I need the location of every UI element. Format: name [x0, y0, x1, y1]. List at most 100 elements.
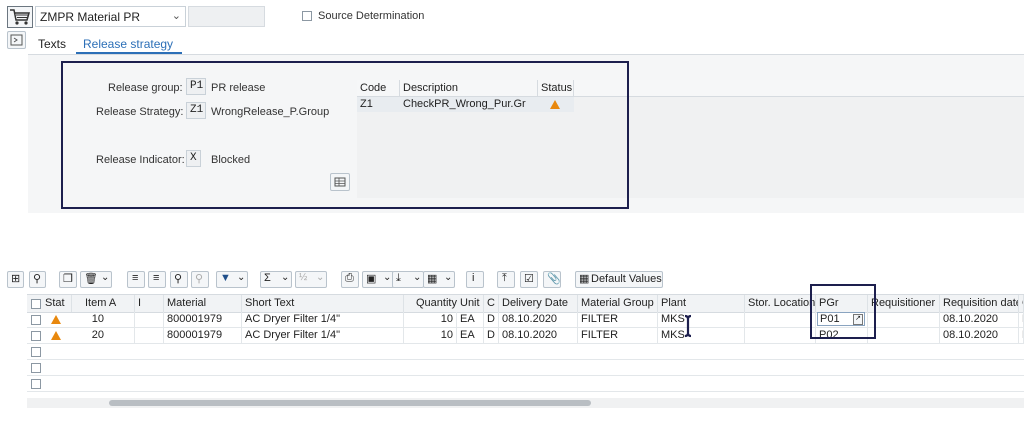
cell-unit[interactable]: EA — [457, 328, 484, 343]
cell-item[interactable]: 20 — [72, 328, 135, 343]
row-checkbox[interactable] — [31, 379, 41, 389]
col-short-text[interactable]: Short Text — [242, 295, 404, 312]
filter-icon: ▼ — [220, 272, 231, 284]
search-next-icon: ⚲ — [195, 273, 204, 285]
col-item[interactable]: Item A — [72, 295, 135, 312]
find-next-button[interactable]: ⚲ — [191, 271, 209, 288]
document-type-select[interactable]: ZMPR Material PR ⌄ — [35, 6, 186, 27]
default-values-button[interactable]: ▦ Default Values — [575, 271, 663, 288]
col-requisitioner[interactable]: Requisitioner — [868, 295, 940, 312]
layout-button[interactable]: ▦ ⌄ — [423, 271, 455, 288]
tab-texts[interactable]: Texts — [38, 37, 66, 51]
export-button[interactable]: ⤓ ⌄ — [392, 271, 424, 288]
cell-c-last[interactable]: M — [1019, 312, 1024, 327]
empty-row[interactable] — [27, 360, 1024, 376]
cell-unit[interactable]: EA — [457, 312, 484, 327]
cell-requisition-date[interactable]: 08.10.2020 — [940, 312, 1019, 327]
upload-button[interactable]: ⤒ — [497, 271, 515, 288]
source-determination-checkbox[interactable] — [302, 11, 312, 21]
horizontal-scrollbar[interactable] — [27, 398, 1024, 408]
source-determination-label: Source Determination — [318, 10, 425, 22]
cell-requisitioner[interactable] — [868, 312, 940, 327]
cell-storage-location[interactable] — [745, 312, 816, 327]
cell-i[interactable] — [135, 312, 164, 327]
col-material[interactable]: Material — [164, 295, 242, 312]
cell-short-text[interactable]: AC Dryer Filter 1/4" — [242, 312, 404, 327]
find-button[interactable]: ⚲ — [170, 271, 188, 288]
details-button[interactable]: ⊞ — [7, 271, 24, 288]
col-stat[interactable]: Stat — [42, 295, 72, 312]
cell-requisition-date[interactable]: 08.10.2020 — [940, 328, 1019, 343]
delete-button[interactable]: 🗑 ⌄ — [80, 271, 112, 288]
sum-button[interactable]: Σ ⌄ — [260, 271, 292, 288]
upload-icon: ⤒ — [502, 272, 507, 284]
col-c-last[interactable]: C — [1019, 295, 1024, 312]
cell-c[interactable]: D — [484, 312, 499, 327]
info-icon: i — [472, 272, 475, 284]
col-plant[interactable]: Plant — [658, 295, 745, 312]
default-values-label: Default Values — [591, 273, 662, 285]
layout-icon: ▦ — [427, 273, 438, 285]
paperclip-icon: 📎 — [547, 273, 561, 285]
print-button[interactable]: ⎙ — [341, 271, 359, 288]
text-cursor-icon — [684, 314, 692, 338]
cart-icon-button[interactable] — [7, 6, 33, 28]
document-type-value: ZMPR Material PR — [40, 10, 141, 24]
cell-delivery-date[interactable]: 08.10.2020 — [499, 312, 578, 327]
cell-material-group[interactable]: FILTER — [578, 328, 658, 343]
col-i[interactable]: I — [135, 295, 164, 312]
row-checkbox[interactable] — [31, 331, 41, 341]
views-button[interactable]: ▣ ⌄ — [362, 271, 394, 288]
table-icon: ▦ — [579, 273, 590, 285]
sort-descending-icon: ≡ — [153, 272, 160, 284]
expand-header-button[interactable] — [7, 31, 26, 49]
cell-storage-location[interactable] — [745, 328, 816, 343]
cell-quantity[interactable]: 10 — [404, 312, 457, 327]
cell-i[interactable] — [135, 328, 164, 343]
cell-quantity[interactable]: 10 — [404, 328, 457, 343]
empty-row[interactable] — [27, 376, 1024, 392]
col-storage-location[interactable]: Stor. Location — [745, 295, 816, 312]
row-checkbox[interactable] — [31, 315, 41, 325]
scrollbar-thumb[interactable] — [109, 400, 591, 406]
sort-descending-button[interactable]: ≡ — [148, 271, 166, 288]
trash-icon: 🗑 — [84, 273, 98, 285]
col-requisition-date[interactable]: Requisition date — [940, 295, 1019, 312]
cell-material[interactable]: 800001979 — [164, 328, 242, 343]
chevron-down-icon: ⌄ — [101, 272, 110, 283]
col-c[interactable]: C — [484, 295, 499, 312]
cell-plant[interactable]: MKS — [658, 328, 745, 343]
empty-row[interactable] — [27, 344, 1024, 360]
select-all-checkbox[interactable] — [31, 299, 41, 309]
attachment-button[interactable]: 📎 — [543, 271, 561, 288]
shopping-cart-icon — [10, 9, 30, 25]
sort-ascending-button[interactable]: ≡ — [127, 271, 145, 288]
select-all-button[interactable]: ☑ — [520, 271, 538, 288]
cell-plant[interactable]: MKS — [658, 312, 745, 327]
cell-material-group[interactable]: FILTER — [578, 312, 658, 327]
tab-release-strategy[interactable]: Release strategy — [83, 37, 173, 51]
copy-button[interactable]: ❐ — [59, 271, 77, 288]
col-material-group[interactable]: Material Group — [578, 295, 658, 312]
col-unit[interactable]: Unit — [457, 295, 484, 312]
row-checkbox[interactable] — [31, 347, 41, 357]
chevron-down-icon: ⌄ — [413, 272, 422, 283]
subtotal-button[interactable]: ½ ⌄ — [295, 271, 327, 288]
cell-c[interactable]: D — [484, 328, 499, 343]
info-button[interactable]: i — [466, 271, 484, 288]
expand-icon — [10, 34, 23, 46]
magnifier-icon: ⚲ — [33, 273, 42, 285]
cell-short-text[interactable]: AC Dryer Filter 1/4" — [242, 328, 404, 343]
cell-c-last[interactable]: M — [1019, 328, 1024, 343]
cell-requisitioner[interactable] — [868, 328, 940, 343]
cell-item[interactable]: 10 — [72, 312, 135, 327]
zoom-button[interactable]: ⚲ — [29, 271, 46, 288]
sum-icon: Σ — [264, 272, 271, 284]
cell-delivery-date[interactable]: 08.10.2020 — [499, 328, 578, 343]
document-number-field[interactable] — [188, 6, 265, 27]
print-icon: ⎙ — [345, 272, 354, 284]
filter-button[interactable]: ▼ ⌄ — [216, 271, 248, 288]
col-delivery-date[interactable]: Delivery Date — [499, 295, 578, 312]
cell-material[interactable]: 800001979 — [164, 312, 242, 327]
row-checkbox[interactable] — [31, 363, 41, 373]
